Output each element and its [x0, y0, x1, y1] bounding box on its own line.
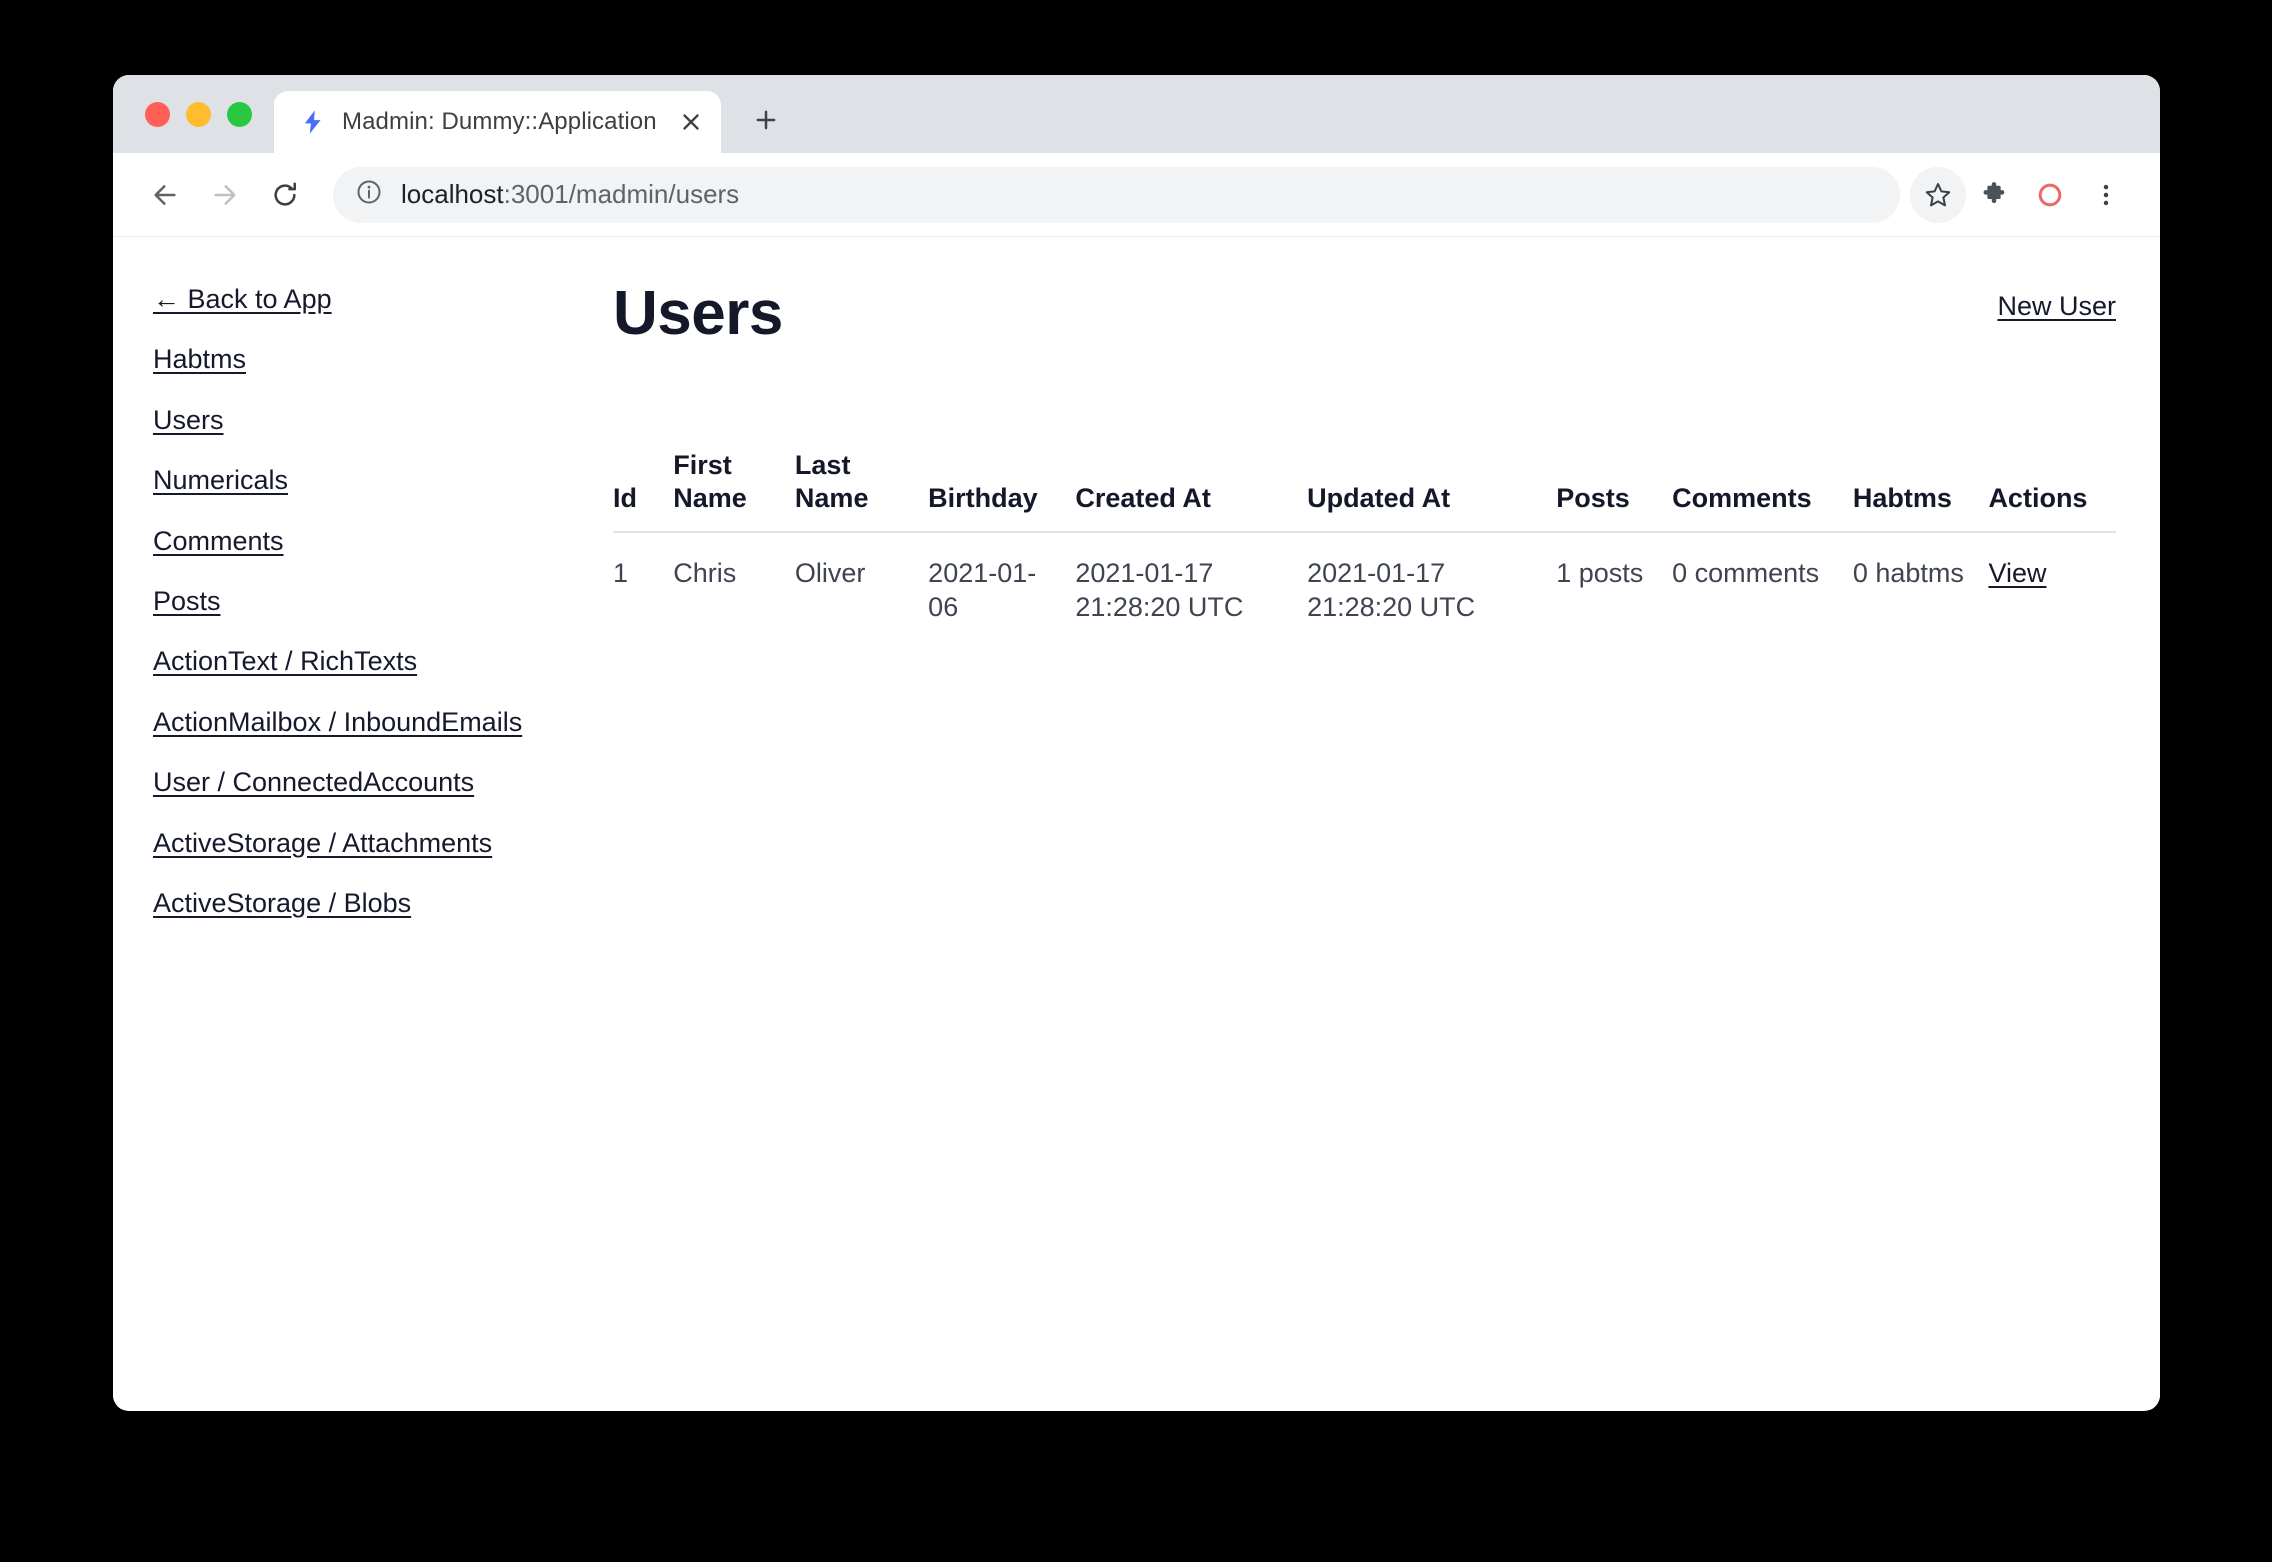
cell-created-at: 2021-01-17 21:28:20 UTC [1075, 532, 1307, 649]
sidebar-item-habtms[interactable]: Habtms [153, 343, 246, 375]
sidebar: ← Back to App Habtms Users Numericals Co… [113, 283, 613, 1410]
close-window-button[interactable] [145, 102, 170, 127]
sidebar-item-actionmailbox-inboundemails[interactable]: ActionMailbox / InboundEmails [153, 706, 522, 738]
main-content: Users New User Id First Name Last Name B… [613, 283, 2160, 1410]
sidebar-item-back-to-app[interactable]: ← Back to App [153, 283, 332, 315]
column-header-created-at: Created At [1075, 449, 1307, 532]
cell-id: 1 [613, 532, 673, 649]
column-header-actions: Actions [1988, 449, 2116, 532]
sidebar-item-users[interactable]: Users [153, 404, 224, 436]
puzzle-piece-icon[interactable] [1966, 167, 2022, 223]
sidebar-item-comments[interactable]: Comments [153, 525, 284, 557]
table-row: 1 Chris Oliver 2021-01-06 2021-01-17 21:… [613, 532, 2116, 649]
maximize-window-button[interactable] [227, 102, 252, 127]
lightning-bolt-icon [298, 107, 328, 137]
sidebar-item-actiontext-richtexts[interactable]: ActionText / RichTexts [153, 645, 417, 677]
cell-first-name: Chris [673, 532, 795, 649]
reload-icon[interactable] [255, 165, 315, 225]
column-header-habtms: Habtms [1853, 449, 1989, 532]
back-arrow-icon[interactable] [135, 165, 195, 225]
sidebar-item-posts[interactable]: Posts [153, 585, 221, 617]
column-header-id: Id [613, 449, 673, 532]
table-header-row: Id First Name Last Name Birthday Created… [613, 449, 2116, 532]
cell-birthday: 2021-01-06 [928, 532, 1075, 649]
url-path: :3001/madmin/users [504, 179, 740, 209]
record-circle-icon[interactable] [2022, 167, 2078, 223]
main-header: Users New User [613, 283, 2116, 345]
star-icon[interactable] [1910, 167, 1966, 223]
info-circle-icon[interactable] [355, 178, 383, 211]
column-header-birthday: Birthday [928, 449, 1075, 532]
url-host: localhost [401, 179, 504, 209]
page-content: ← Back to App Habtms Users Numericals Co… [113, 237, 2160, 1410]
address-bar[interactable]: localhost:3001/madmin/users [333, 167, 1900, 223]
column-header-posts: Posts [1556, 449, 1672, 532]
cell-last-name: Oliver [795, 532, 928, 649]
three-dot-menu-icon[interactable] [2078, 167, 2134, 223]
cell-posts: 1 posts [1556, 532, 1672, 649]
tab-title: Madmin: Dummy::Application [342, 108, 657, 136]
tab-strip: Madmin: Dummy::Application [113, 75, 2160, 153]
column-header-last-name: Last Name [795, 449, 928, 532]
column-header-updated-at: Updated At [1307, 449, 1556, 532]
cell-habtms: 0 habtms [1853, 532, 1989, 649]
browser-window: Madmin: Dummy::Application [113, 75, 2160, 1411]
browser-tab[interactable]: Madmin: Dummy::Application [274, 91, 721, 153]
minimize-window-button[interactable] [186, 102, 211, 127]
forward-arrow-icon [195, 165, 255, 225]
cell-actions: View [1988, 532, 2116, 649]
view-link[interactable]: View [1988, 558, 2046, 588]
url-text: localhost:3001/madmin/users [401, 179, 739, 210]
page-title: Users [613, 283, 783, 345]
column-header-comments: Comments [1672, 449, 1853, 532]
users-table: Id First Name Last Name Birthday Created… [613, 449, 2116, 648]
window-controls [113, 75, 274, 153]
column-header-first-name: First Name [673, 449, 795, 532]
cell-comments: 0 comments [1672, 532, 1853, 649]
new-tab-button[interactable] [739, 93, 793, 147]
close-tab-button[interactable] [671, 102, 711, 142]
sidebar-item-activestorage-blobs[interactable]: ActiveStorage / Blobs [153, 887, 411, 919]
new-user-link[interactable]: New User [1997, 291, 2116, 322]
sidebar-item-activestorage-attachments[interactable]: ActiveStorage / Attachments [153, 827, 492, 859]
sidebar-item-user-connectedaccounts[interactable]: User / ConnectedAccounts [153, 766, 474, 798]
cell-updated-at: 2021-01-17 21:28:20 UTC [1307, 532, 1556, 649]
browser-toolbar: localhost:3001/madmin/users [113, 153, 2160, 237]
sidebar-item-numericals[interactable]: Numericals [153, 464, 288, 496]
